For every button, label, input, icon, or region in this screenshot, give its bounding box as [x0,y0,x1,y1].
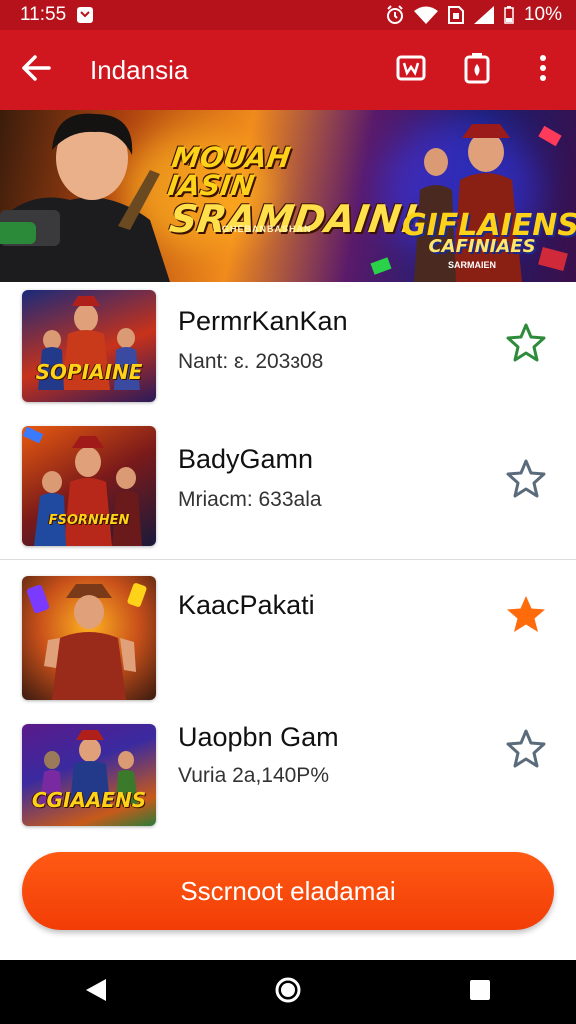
game-thumbnail-art [38,296,140,390]
status-time: 11:55 [20,4,67,25]
game-thumbnail: FSORNHEN [22,426,156,546]
signal-icon [473,6,494,24]
back-arrow-icon [21,54,51,86]
primary-action-button[interactable]: Sscrnoot eladamai [22,852,554,930]
banner-badge [0,222,36,244]
status-left: 11:55 [20,4,94,26]
game-thumbnail: SOPIAINE [22,290,156,402]
status-right: 10% [386,4,562,26]
alarm-icon [386,5,404,25]
nav-home-button[interactable] [248,960,328,1024]
game-thumbnail-caption: SOPIAINE [35,360,143,384]
star-outline-icon [506,459,546,502]
game-mode-button[interactable] [378,30,444,110]
game-thumbnail [22,576,156,700]
promo-banner[interactable]: MOUAH IASIN SRAMDAIN! GHEBANBASHAN GIFLA… [0,110,576,282]
battery-saver-button[interactable] [444,30,510,110]
battery-saver-icon [464,52,490,89]
list-divider [0,559,576,560]
favorite-button[interactable] [506,322,546,362]
game-mode-icon [396,53,426,88]
game-thumbnail-caption: FSORNHEN [48,513,130,528]
back-button[interactable] [0,30,72,110]
list-item[interactable]: FSORNHEN BadyGamn Mriacm: 633ala [0,422,576,560]
nav-back-button[interactable] [56,960,136,1024]
nav-back-icon [84,977,108,1008]
game-title: KaacPakati [178,590,315,620]
wifi-icon [413,6,438,24]
star-outline-icon [506,729,546,772]
game-thumbnail-art [26,583,147,700]
list-item[interactable]: SOPIAINE PermrKanKan Nant: ɛ. 203ɜ08 [0,282,576,412]
battery-icon [504,6,514,24]
banner-logo-subtitle: SARMAIEN [448,260,497,270]
banner-headline-line1: MOUAH IASIN [165,141,293,202]
game-title: PermrKanKan [178,306,348,336]
nav-recents-button[interactable] [440,960,520,1024]
game-title: Uaopbn Gam [178,722,339,752]
list-item[interactable]: KaacPakati [0,572,576,706]
star-filled-icon [506,596,546,638]
banner-subtitle: GHEBANBASHAN [222,224,312,234]
game-title: BadyGamn [178,444,314,474]
notification-icon [76,6,94,24]
app-bar: Indansia [0,30,576,110]
game-thumbnail: CGIAAENS [22,724,156,826]
game-thumbnail-art [22,426,142,546]
star-outline-icon [506,323,546,366]
more-vert-icon [539,54,547,87]
game-thumbnail-caption: CGIAAENS [31,788,147,812]
game-subtitle: Mriacm: 633ala [178,488,322,511]
nav-recents-icon [468,978,492,1007]
favorite-button[interactable] [506,594,546,634]
battery-percent: 10% [523,4,562,25]
favorite-button[interactable] [506,728,546,768]
app-bar-actions [378,30,576,110]
more-options-button[interactable] [510,30,576,110]
banner-logo: GIFLAIENS CAFINIAES [402,211,576,256]
list-item[interactable]: CGIAAENS Uaopbn Gam Vuria 2a,140P% [0,718,576,832]
sim-icon [447,6,464,24]
game-subtitle: Nant: ɛ. 203ɜ08 [178,350,324,373]
game-subtitle: Vuria 2a,140P% [178,764,329,787]
nav-home-icon [274,976,302,1009]
system-nav-bar [0,960,576,1024]
page-title: Indansia [90,54,189,85]
status-bar: 11:55 10% [0,0,576,30]
favorite-button[interactable] [506,458,546,498]
